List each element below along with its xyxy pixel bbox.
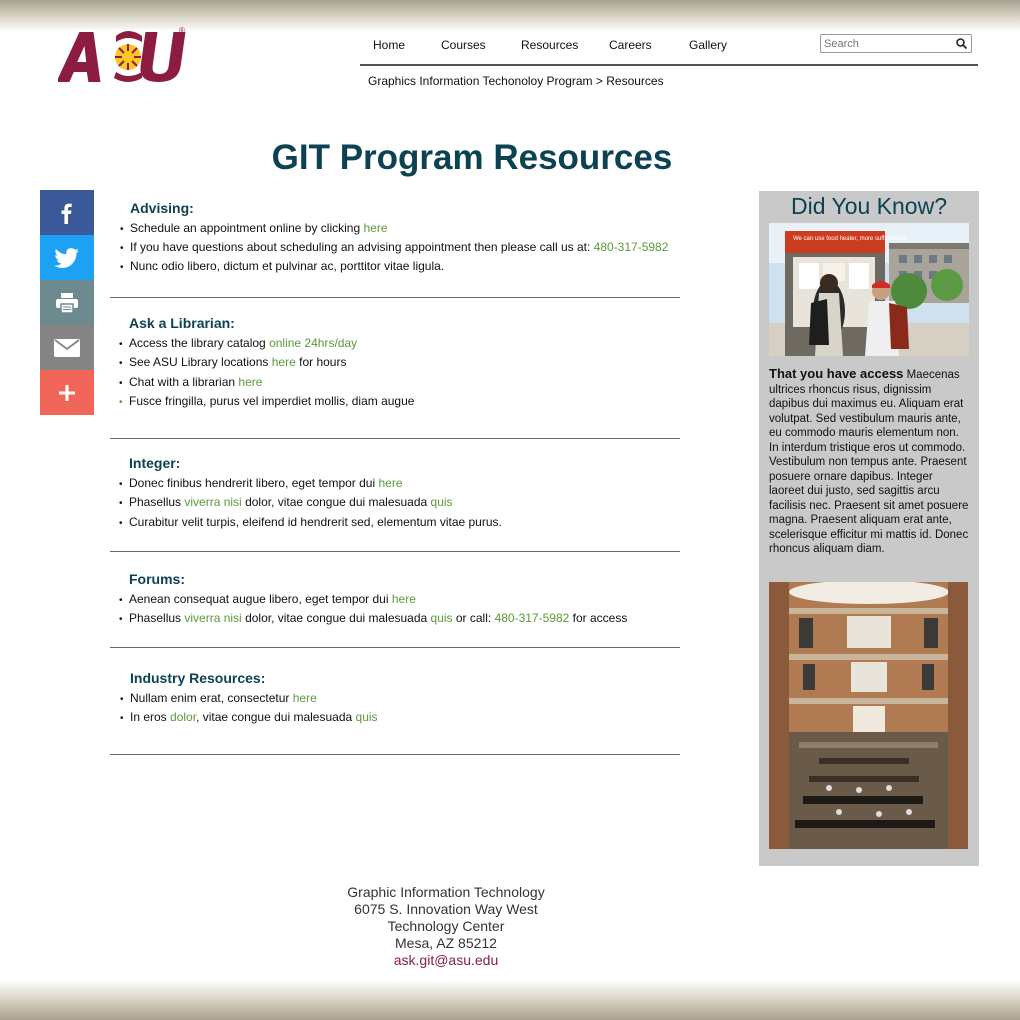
sidebar-body: Maecenas ultrices rhoncus risus, digniss… [769, 369, 969, 555]
list-item: • See ASU Library locations here for hour… [119, 355, 347, 369]
facebook-icon [61, 203, 72, 224]
twitter-share-button[interactable] [40, 235, 94, 280]
link[interactable]: here [392, 592, 416, 606]
section-title-forums: Forums: [129, 571, 185, 587]
link[interactable]: quis [431, 611, 453, 625]
sidebar-title: Did You Know? [790, 193, 947, 219]
section-divider [110, 754, 680, 755]
footer-line: Technology Center [387, 918, 505, 934]
page-title: GIT Program Resources [271, 138, 673, 177]
list-item: • Schedule an appointment online by click… [120, 221, 388, 235]
link[interactable]: online 24hrs/day [269, 336, 357, 350]
footer-line: Mesa, AZ 85212 [395, 935, 497, 951]
students-kiosk-photo: We can use food heater, more sufficient … [769, 223, 969, 356]
link[interactable]: here [293, 691, 317, 705]
search-box [820, 34, 972, 53]
list-item: • Access the library catalog online 24hrs… [119, 336, 358, 350]
link[interactable]: viverra nisi [184, 495, 241, 509]
link[interactable]: here [238, 375, 262, 389]
list-item: • Aenean consequat augue libero, eget tem… [119, 592, 416, 606]
section-title-advising: Advising: [130, 200, 194, 216]
link[interactable]: quis [431, 495, 453, 509]
link[interactable]: quis [356, 710, 378, 724]
phone-link[interactable]: 480-317-5982 [594, 240, 669, 254]
sidebar-paragraph: That you have access Maecenas ultrices r… [769, 366, 971, 557]
email-icon [54, 338, 80, 357]
footer-address: Graphic Information Technology 6075 S. I… [246, 884, 646, 969]
nav-home[interactable]: Home [373, 38, 405, 52]
sidebar-lead: That you have access [769, 366, 904, 381]
link[interactable]: here [378, 476, 402, 490]
nav-careers[interactable]: Careers [609, 38, 652, 52]
breadcrumb: Graphics Information Techonoloy Program … [368, 74, 664, 88]
list-item: • Nullam enim erat, consectetur here [120, 691, 317, 705]
list-item: • If you have questions about scheduling … [120, 240, 669, 254]
print-share-button[interactable] [40, 280, 94, 325]
did-you-know-sidebar: Did You Know? We can use food heater, mo… [759, 191, 979, 866]
list-item: • Donec finibus hendrerit libero, eget te… [119, 476, 403, 490]
bottom-gradient-band [0, 980, 1020, 1020]
trademark-symbol: ® [179, 26, 185, 35]
facebook-share-button[interactable] [40, 190, 94, 235]
section-divider [110, 647, 680, 648]
section-title-industry: Industry Resources: [130, 670, 266, 686]
list-item: • Chat with a librarian here [119, 375, 263, 389]
link[interactable]: here [363, 221, 387, 235]
share-bar [40, 190, 94, 415]
kiosk-sign-text: We can use food heater, more sufficient … [793, 236, 912, 242]
email-share-button[interactable] [40, 325, 94, 370]
nav-resources[interactable]: Resources [521, 38, 578, 52]
nav-gallery[interactable]: Gallery [689, 38, 727, 52]
link[interactable]: here [272, 355, 296, 369]
library-atrium-photo [769, 582, 968, 849]
phone-link[interactable]: 480-317-5982 [495, 611, 570, 625]
section-divider [110, 551, 680, 552]
section-divider [110, 438, 680, 439]
search-input[interactable] [824, 36, 952, 51]
footer-line: Graphic Information Technology [347, 884, 545, 900]
section-title-librarian: Ask a Librarian: [129, 315, 235, 331]
footer-line: 6075 S. Innovation Way West [354, 901, 538, 917]
link[interactable]: viverra nisi [184, 611, 241, 625]
nav-courses[interactable]: Courses [441, 38, 486, 52]
asu-logo-graphic [56, 31, 186, 82]
search-icon[interactable] [955, 37, 968, 50]
section-title-integer: Integer: [129, 455, 181, 471]
main-nav: Home Courses Resources Careers Gallery [360, 34, 978, 66]
plus-icon [59, 384, 75, 401]
twitter-icon [54, 247, 79, 268]
print-icon [56, 292, 78, 313]
section-divider [110, 297, 680, 298]
list-item: • In eros dolor, vitae congue dui malesua… [120, 710, 378, 724]
link[interactable]: dolor [170, 710, 196, 724]
list-item: • Phasellus viverra nisi dolor, vitae con… [119, 495, 453, 509]
list-item: • Phasellus viverra nisi dolor, vitae con… [119, 611, 628, 625]
asu-logo[interactable]: ® [56, 26, 186, 84]
more-share-button[interactable] [40, 370, 94, 415]
list-item: • Curabitur velit turpis, eleifend id hen… [119, 515, 502, 529]
list-item: • Fusce fringilla, purus vel imperdiet mo… [119, 394, 415, 408]
footer-email-link[interactable]: ask.git@asu.edu [246, 952, 646, 969]
list-item: • Nunc odio libero, dictum et pulvinar ac… [120, 259, 445, 273]
